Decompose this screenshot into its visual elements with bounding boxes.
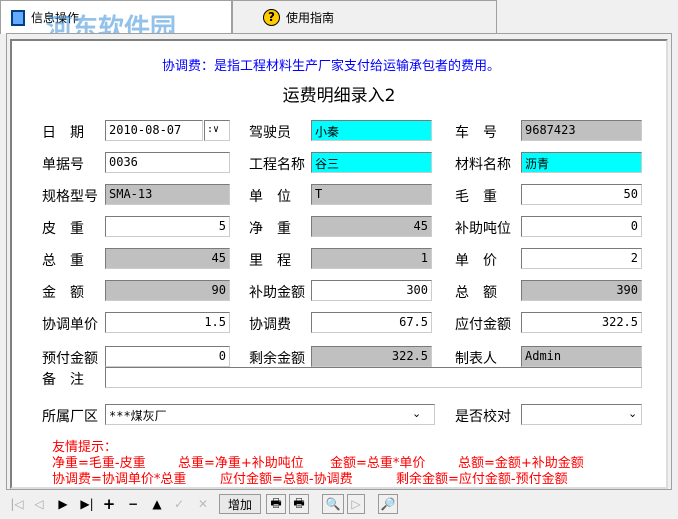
print-preview-icon[interactable]: 🖶 <box>289 494 309 514</box>
spec-field[interactable]: SMA-13 <box>105 184 230 205</box>
search-icon[interactable]: 🔍 <box>322 494 344 514</box>
maker-field[interactable]: Admin <box>521 346 642 367</box>
driver-field[interactable]: 小秦 <box>311 120 432 141</box>
insert-icon[interactable]: + <box>100 494 118 514</box>
price-field[interactable]: 2 <box>521 248 642 269</box>
material-label: 材料名称 <box>455 157 511 173</box>
help-icon: ? <box>263 8 280 26</box>
extra-ton-field[interactable]: 0 <box>521 216 642 237</box>
tab-user-guide[interactable]: ? 使用指南 <box>232 0 497 33</box>
chevron-down-icon[interactable]: ⌄ <box>628 407 637 420</box>
tab-info-operation[interactable]: 信息操作 <box>0 0 232 34</box>
factory-label: 所属厂区 <box>42 409 98 425</box>
hint-6: 应付金额=总额-协调费 <box>220 472 353 487</box>
prepaid-label: 预付金额 <box>42 351 98 367</box>
tare-label: 皮 重 <box>42 221 84 237</box>
net-field[interactable]: 45 <box>311 216 432 237</box>
prev-icon[interactable]: ◁ <box>30 494 48 514</box>
subsidy-field[interactable]: 300 <box>311 280 432 301</box>
next-icon[interactable]: ▶ <box>54 494 72 514</box>
date-field[interactable]: 2010-08-07 <box>105 120 203 141</box>
gross-label: 毛 重 <box>455 189 497 205</box>
checked-field[interactable] <box>521 404 642 425</box>
tab-label: 信息操作 <box>31 11 80 25</box>
extra-ton-label: 补助吨位 <box>455 221 511 237</box>
doc-no-label: 单据号 <box>42 157 84 173</box>
first-icon[interactable]: |◁ <box>8 494 26 514</box>
remark-field[interactable] <box>105 367 642 388</box>
unit-field[interactable]: T <box>311 184 432 205</box>
checked-label: 是否校对 <box>455 409 511 425</box>
print-icon[interactable]: 🖶 <box>266 494 286 514</box>
book-icon <box>11 9 25 26</box>
cancel-icon[interactable]: ✕ <box>194 494 212 514</box>
edit-icon[interactable]: ▲ <box>148 494 166 514</box>
amount-field[interactable]: 90 <box>105 280 230 301</box>
plate-label: 车 号 <box>455 125 497 141</box>
material-field[interactable]: 沥青 <box>521 152 642 173</box>
hint-5: 协调费=协调单价*总重 <box>52 472 187 487</box>
net-label: 净 重 <box>249 221 291 237</box>
date-picker-dropdown[interactable]: :∨ <box>204 120 230 141</box>
total-weight-field[interactable]: 45 <box>105 248 230 269</box>
mileage-field[interactable]: 1 <box>311 248 432 269</box>
price-label: 单 价 <box>455 253 497 269</box>
project-label: 工程名称 <box>249 157 305 173</box>
chevron-down-icon[interactable]: ⌄ <box>412 407 421 420</box>
total-field[interactable]: 390 <box>521 280 642 301</box>
delete-icon[interactable]: − <box>124 494 142 514</box>
payable-label: 应付金额 <box>455 317 511 333</box>
post-icon[interactable]: ✓ <box>170 494 188 514</box>
coord-fee-field[interactable]: 67.5 <box>311 312 432 333</box>
driver-label: 驾驶员 <box>249 125 291 141</box>
remark-label: 备 注 <box>42 372 84 388</box>
spec-label: 规格型号 <box>42 189 98 205</box>
tab-label: 使用指南 <box>286 10 335 25</box>
forward-icon[interactable]: ▷ <box>347 494 365 514</box>
coordination-fee-note: 协调费：是指工程材料生产厂家支付给运输承包者的费用。 <box>162 59 501 74</box>
prepaid-field[interactable]: 0 <box>105 346 230 367</box>
total-label: 总 额 <box>455 285 497 301</box>
remaining-label: 剩余金额 <box>249 351 305 367</box>
query-icon[interactable]: 🔎 <box>378 494 398 514</box>
doc-no-field[interactable]: 0036 <box>105 152 230 173</box>
subsidy-label: 补助金额 <box>249 285 305 301</box>
remaining-field[interactable]: 322.5 <box>311 346 432 367</box>
factory-field[interactable]: ***煤灰厂 <box>105 404 435 425</box>
hint-7: 剩余金额=应付金额-预付金额 <box>396 472 568 487</box>
payable-field[interactable]: 322.5 <box>521 312 642 333</box>
plate-field[interactable]: 9687423 <box>521 120 642 141</box>
coord-fee-label: 协调费 <box>249 317 291 333</box>
maker-label: 制表人 <box>455 351 497 367</box>
amount-label: 金 额 <box>42 285 84 301</box>
add-button[interactable]: 增加 <box>219 494 261 514</box>
coord-price-field[interactable]: 1.5 <box>105 312 230 333</box>
total-weight-label: 总 重 <box>42 253 84 269</box>
date-label: 日 期 <box>42 125 84 141</box>
coord-price-label: 协调单价 <box>42 317 98 333</box>
project-field[interactable]: 谷三 <box>311 152 432 173</box>
last-icon[interactable]: ▶| <box>78 494 96 514</box>
tare-field[interactable]: 5 <box>105 216 230 237</box>
unit-label: 单 位 <box>249 189 291 205</box>
page-title: 运费明细录入2 <box>282 86 396 106</box>
gross-field[interactable]: 50 <box>521 184 642 205</box>
mileage-label: 里 程 <box>249 253 291 269</box>
